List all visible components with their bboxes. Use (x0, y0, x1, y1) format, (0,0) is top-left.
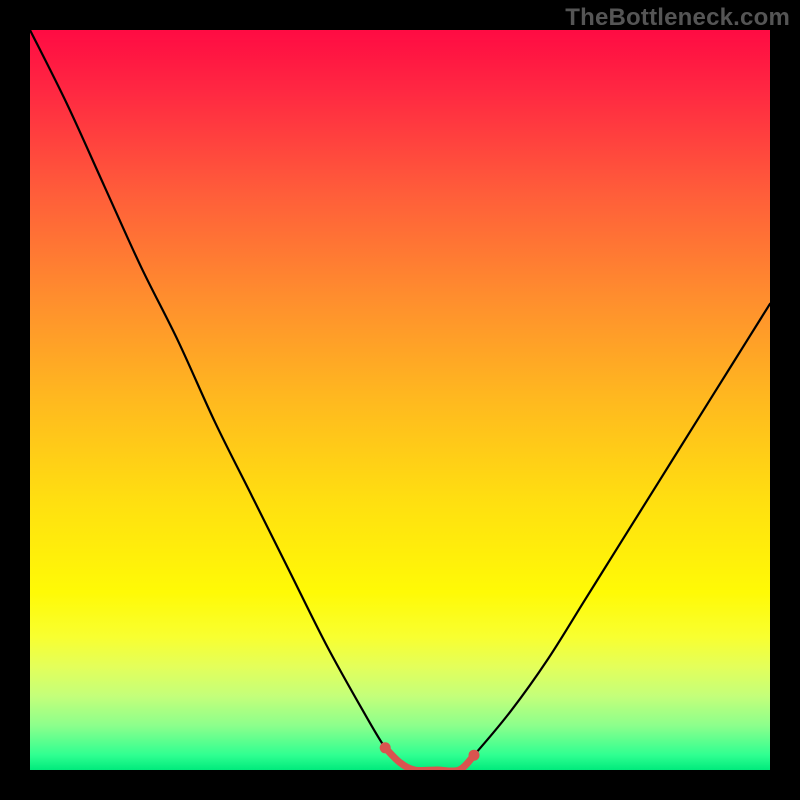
emphasis-dot-start (380, 742, 391, 753)
chart-frame: TheBottleneck.com (0, 0, 800, 800)
curve-layer (30, 30, 770, 770)
optimal-range-highlight (385, 748, 474, 770)
bottleneck-curve (30, 30, 770, 770)
attribution-text: TheBottleneck.com (565, 4, 790, 32)
emphasis-dot-end (469, 750, 480, 761)
plot-area (30, 30, 770, 770)
